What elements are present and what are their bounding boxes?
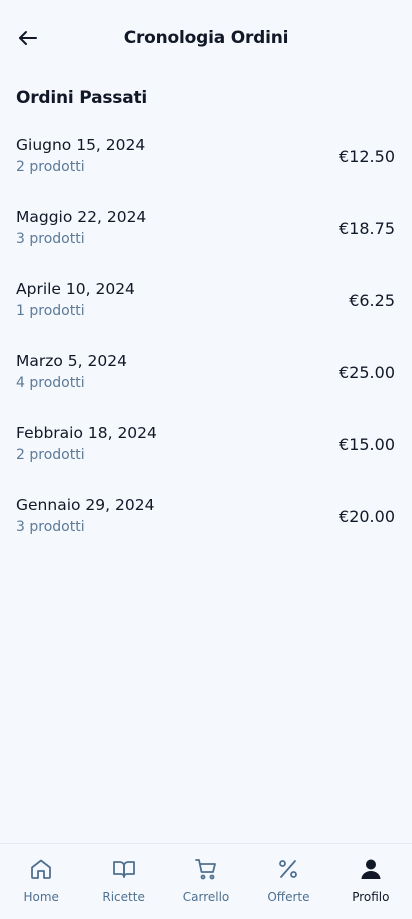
order-item-count: 2 prodotti bbox=[16, 447, 85, 463]
percent-icon bbox=[275, 856, 301, 882]
app-header: Cronologia Ordini bbox=[0, 0, 412, 80]
order-date: Febbraio 18, 2024 bbox=[16, 424, 157, 442]
order-date: Gennaio 29, 2024 bbox=[16, 496, 155, 514]
order-item-count: 2 prodotti bbox=[16, 159, 85, 175]
order-price: €15.00 bbox=[339, 435, 395, 454]
home-icon bbox=[28, 856, 54, 882]
order-item-count: 3 prodotti bbox=[16, 519, 85, 535]
order-row[interactable]: Maggio 22, 2024 3 prodotti €18.75 bbox=[0, 196, 412, 268]
book-icon bbox=[111, 856, 137, 882]
order-price: €12.50 bbox=[339, 147, 395, 166]
order-date: Maggio 22, 2024 bbox=[16, 208, 147, 226]
nav-item-home[interactable]: Home bbox=[0, 844, 82, 919]
nav-label: Profilo bbox=[352, 890, 390, 904]
person-icon bbox=[358, 856, 384, 882]
order-price: €20.00 bbox=[339, 507, 395, 526]
nav-item-carrello[interactable]: Carrello bbox=[165, 844, 247, 919]
section-title: Ordini Passati bbox=[16, 88, 148, 108]
order-date: Marzo 5, 2024 bbox=[16, 352, 127, 370]
nav-item-offerte[interactable]: Offerte bbox=[247, 844, 329, 919]
page-title: Cronologia Ordini bbox=[123, 28, 289, 48]
order-row[interactable]: Marzo 5, 2024 4 prodotti €25.00 bbox=[0, 340, 412, 412]
order-date: Giugno 15, 2024 bbox=[16, 136, 146, 154]
order-date: Aprile 10, 2024 bbox=[16, 280, 135, 298]
order-row[interactable]: Febbraio 18, 2024 2 prodotti €15.00 bbox=[0, 412, 412, 484]
nav-label: Home bbox=[23, 890, 59, 904]
nav-label: Offerte bbox=[267, 890, 310, 904]
order-row[interactable]: Giugno 15, 2024 2 prodotti €12.50 bbox=[0, 124, 412, 196]
order-item-count: 4 prodotti bbox=[16, 375, 85, 391]
orders-list: Giugno 15, 2024 2 prodotti €12.50 Maggio… bbox=[0, 124, 412, 556]
nav-label: Carrello bbox=[182, 890, 230, 904]
order-item-count: 1 prodotti bbox=[16, 303, 85, 319]
order-row[interactable]: Gennaio 29, 2024 3 prodotti €20.00 bbox=[0, 484, 412, 556]
nav-item-ricette[interactable]: Ricette bbox=[82, 844, 164, 919]
order-price: €6.25 bbox=[349, 291, 395, 310]
order-item-count: 3 prodotti bbox=[16, 231, 85, 247]
order-price: €18.75 bbox=[339, 219, 395, 238]
cart-icon bbox=[193, 856, 219, 882]
nav-item-profilo[interactable]: Profilo bbox=[330, 844, 412, 919]
order-price: €25.00 bbox=[339, 363, 395, 382]
nav-label: Ricette bbox=[102, 890, 145, 904]
order-row[interactable]: Aprile 10, 2024 1 prodotti €6.25 bbox=[0, 268, 412, 340]
bottom-navigation: Home Ricette Carrello Offerte Profilo bbox=[0, 843, 412, 919]
